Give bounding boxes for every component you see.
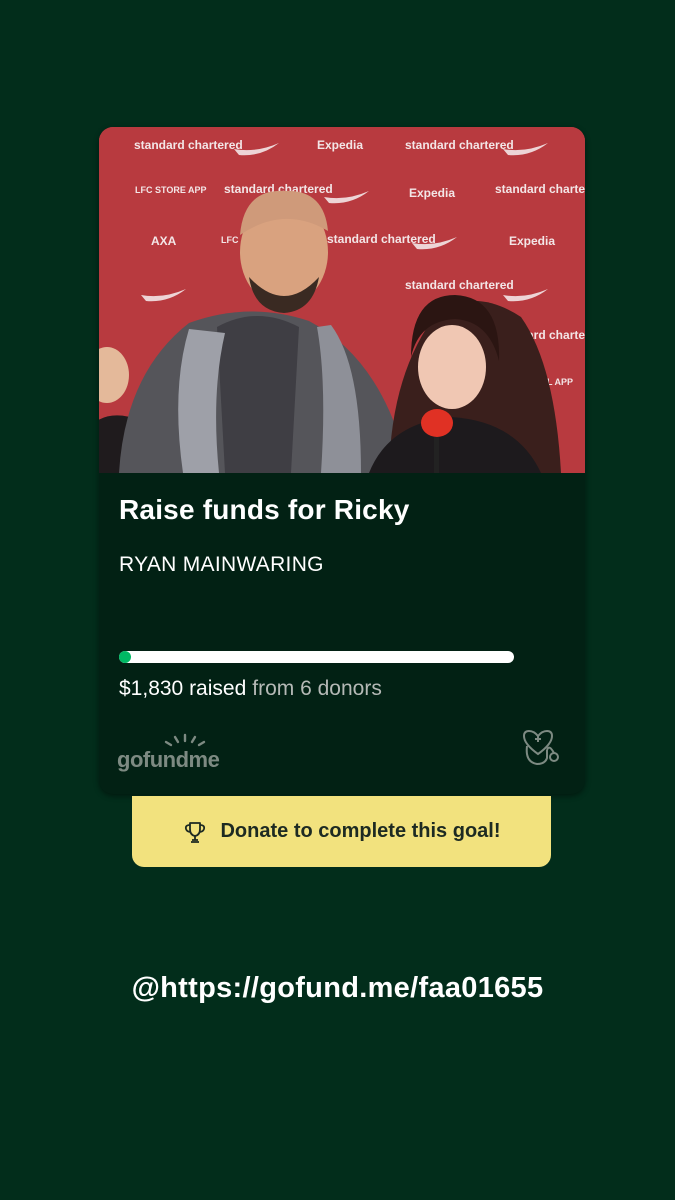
svg-text:Expedia: Expedia — [509, 234, 555, 248]
campaign-photo: standard chartered Expedia standard char… — [99, 127, 585, 473]
campaign-title: Raise funds for Ricky — [119, 494, 410, 525]
raised-summary: $1,830 raised from 6 donors — [119, 677, 382, 701]
brand-name: gofundme — [117, 747, 220, 772]
svg-text:LFC: LFC — [221, 235, 239, 245]
medical-heart-stethoscope-icon — [522, 730, 559, 766]
svg-text:standard chartered: standard chartered — [327, 232, 436, 246]
gofundme-logo: gofundme — [117, 733, 227, 773]
progress-bar — [119, 651, 514, 663]
share-link[interactable]: @https://gofund.me/faa01655 — [0, 972, 675, 1005]
svg-text:standard chartered: standard chartered — [405, 138, 514, 152]
svg-text:standard chartered: standard chartered — [495, 182, 585, 196]
svg-text:standard chartered: standard chartered — [134, 138, 243, 152]
progress-bar-fill — [119, 651, 131, 663]
trophy-icon — [185, 821, 206, 843]
svg-text:standard chartered: standard chartered — [405, 278, 514, 292]
svg-text:LFC STORE APP: LFC STORE APP — [135, 185, 207, 195]
donate-cta-label: Donate to complete this goal! — [220, 820, 501, 842]
svg-text:Expedia: Expedia — [409, 186, 455, 200]
photo-illustration: standard chartered Expedia standard char… — [99, 127, 585, 473]
donate-cta-button[interactable]: Donate to complete this goal! — [132, 796, 551, 867]
donor-count: from 6 donors — [252, 677, 382, 700]
svg-text:Expedia: Expedia — [317, 138, 363, 152]
raised-amount: $1,830 raised — [119, 677, 247, 700]
sun-rays-icon — [164, 733, 206, 747]
fundraiser-card[interactable]: standard chartered Expedia standard char… — [99, 127, 585, 794]
svg-text:AXA: AXA — [151, 234, 177, 248]
organizer-name: RYAN MAINWARING — [119, 553, 324, 576]
